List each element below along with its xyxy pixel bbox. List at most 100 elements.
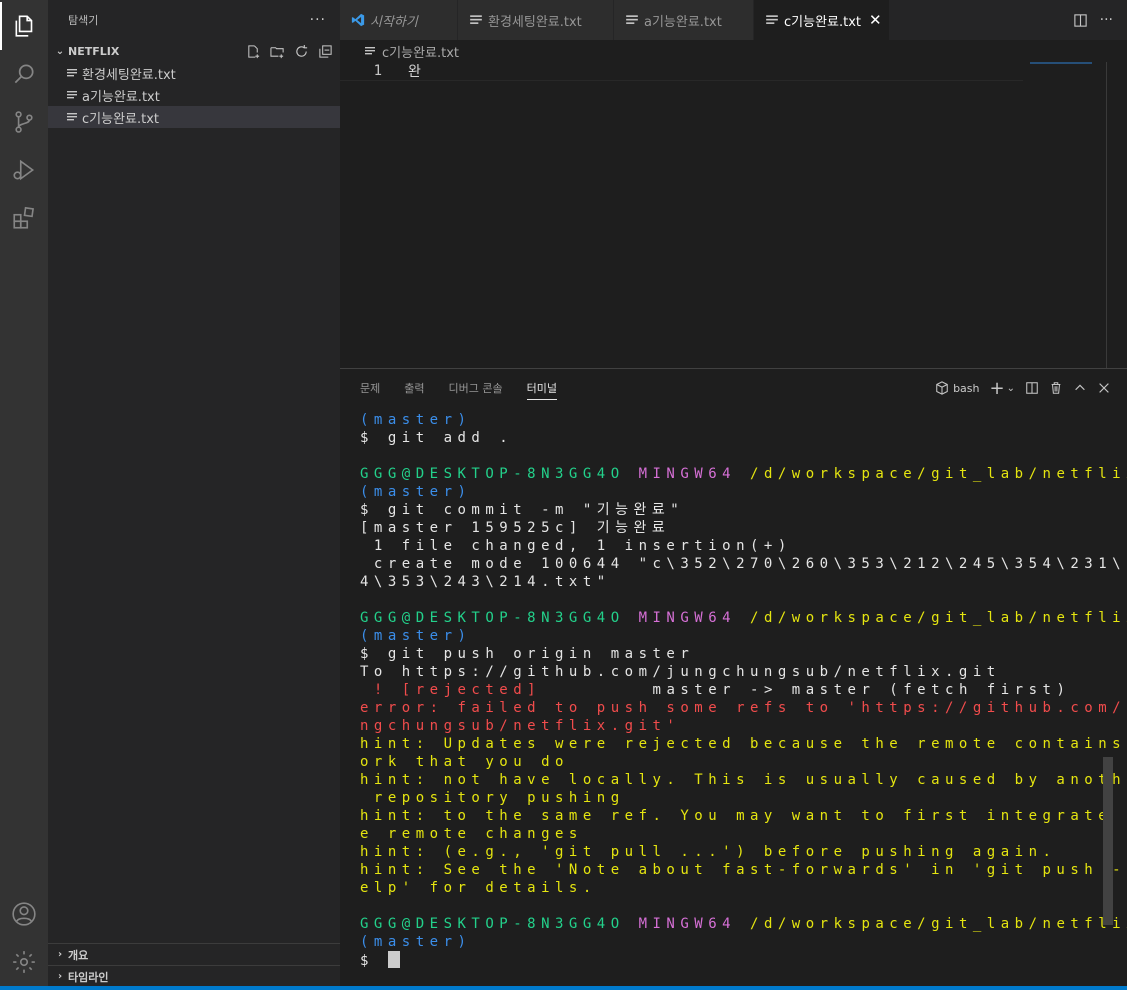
terminal-text: ! [rejected]	[360, 682, 653, 698]
file-label: a기능완료.txt	[82, 89, 160, 105]
text-file-icon	[66, 88, 80, 102]
vscode-logo-icon	[350, 12, 366, 28]
terminal-line: $ git commit -m "기능완료"	[360, 501, 1105, 519]
settings-gear-icon[interactable]	[0, 938, 48, 986]
more-actions-icon[interactable]: ···	[1100, 12, 1113, 28]
line-text[interactable]: 완	[382, 61, 421, 81]
source-control-icon[interactable]	[0, 98, 48, 146]
editor-scrollbar[interactable]	[1106, 62, 1107, 368]
extensions-icon[interactable]	[0, 194, 48, 242]
explorer-header: 탐색기 ···	[48, 0, 340, 40]
trash-icon[interactable]	[1049, 381, 1063, 395]
new-file-icon[interactable]	[244, 42, 262, 60]
terminal-line: hint: (e.g., 'git pull ...') before push…	[360, 843, 1105, 861]
terminal-shell-selector[interactable]: bash	[935, 381, 980, 395]
terminal-cursor	[387, 951, 400, 968]
terminal-line: repository pushing	[360, 789, 1105, 807]
more-actions-icon[interactable]: ···	[310, 12, 326, 28]
terminal-text: elp' for details.	[360, 880, 597, 896]
file-label: c기능완료.txt	[82, 111, 160, 127]
new-folder-icon[interactable]	[268, 42, 286, 60]
breadcrumb-file: c기능완료.txt	[382, 45, 460, 61]
text-file-icon	[468, 12, 484, 28]
terminal-line: GGG@DESKTOP-8N3GG4O MINGW64 /d/workspace…	[360, 465, 1127, 483]
shell-label: bash	[953, 381, 980, 395]
terminal-text: To https://github.com/jungchungsub/netfl…	[360, 664, 1001, 680]
terminal-line: e remote changes	[360, 825, 1105, 843]
close-icon[interactable]: ✕	[869, 11, 882, 29]
text-file-icon	[624, 12, 640, 28]
terminal-scrollbar[interactable]	[1103, 757, 1113, 925]
timeline-section[interactable]: › 타임라인	[48, 965, 340, 987]
search-icon[interactable]	[0, 50, 48, 98]
file-item-selected[interactable]: c기능완료.txt	[48, 106, 340, 128]
explorer-title: 탐색기	[68, 14, 99, 27]
terminal-text: 1 file changed, 1 insertion(+)	[360, 538, 792, 554]
code-editor[interactable]: 1 완	[340, 62, 1127, 368]
split-terminal-icon[interactable]	[1025, 381, 1039, 395]
terminal-line: create mode 100644 "c\352\270\260\353\21…	[360, 555, 1127, 573]
tab-terminal[interactable]: 터미널	[526, 376, 557, 400]
tab-welcome[interactable]: 시작하기	[340, 0, 458, 40]
folder-netflix[interactable]: ⌄ NETFLIX	[48, 40, 340, 62]
tab-debug-console[interactable]: 디버그 콘솔	[449, 380, 503, 396]
terminal-text: ork that you do	[360, 754, 569, 770]
terminal-line: elp' for details.	[360, 879, 1105, 897]
terminal-text: $ git add .	[360, 430, 514, 446]
breadcrumb[interactable]: c기능완료.txt	[340, 40, 1127, 62]
terminal-line: ngchungsub/netflix.git'	[360, 717, 1105, 735]
split-editor-icon[interactable]	[1073, 13, 1088, 28]
text-file-icon	[364, 44, 378, 58]
terminal-text: MINGW64	[638, 916, 751, 932]
terminal-text: /d/workspace/git_lab/netflix	[750, 610, 1127, 626]
tab-output[interactable]: 출력	[404, 380, 424, 396]
terminal-text: create mode 100644 "c\352\270\260\353\21…	[360, 556, 1127, 572]
file-item[interactable]: 환경세팅완료.txt	[48, 62, 340, 84]
collapse-all-icon[interactable]	[316, 42, 334, 60]
tab-label: a기능완료.txt	[644, 14, 722, 30]
chevron-down-icon[interactable]: ⌄	[1007, 383, 1015, 394]
terminal-text: MINGW64	[638, 610, 751, 626]
terminal-line: 1 file changed, 1 insertion(+)	[360, 537, 1105, 555]
terminal-output[interactable]: (master) $ git add . GGG@DESKTOP-8N3GG4O M…	[360, 411, 1127, 969]
terminal-line: hint: not have locally. This is usually …	[360, 771, 1127, 789]
account-icon[interactable]	[0, 890, 48, 938]
tab-file[interactable]: 환경세팅완료.txt	[458, 0, 614, 40]
refresh-icon[interactable]	[292, 42, 310, 60]
terminal-line: (master)	[360, 411, 1105, 429]
terminal-line: $	[360, 951, 1105, 969]
close-panel-icon[interactable]	[1097, 381, 1111, 395]
terminal-line: $ git push origin master	[360, 645, 1105, 663]
terminal-text: (master)	[360, 934, 472, 950]
terminal-text: (master)	[360, 628, 472, 644]
new-terminal-icon[interactable]: +	[990, 378, 1005, 399]
terminal-text: /d/workspace/git_lab/netflix	[750, 916, 1127, 932]
text-file-icon	[66, 66, 80, 80]
line-number: 1	[373, 63, 382, 79]
terminal-line: (master)	[360, 483, 1105, 501]
tab-file[interactable]: a기능완료.txt	[614, 0, 754, 40]
terminal-line: hint: Updates were rejected because the …	[360, 735, 1121, 753]
terminal-line: ork that you do	[360, 753, 1105, 771]
terminal-line: hint: See the 'Note about fast-forwards'…	[360, 861, 1127, 879]
terminal-text: MINGW64	[638, 466, 751, 482]
file-label: 환경세팅완료.txt	[82, 67, 176, 83]
tab-file-active[interactable]: c기능완료.txt ✕	[754, 0, 890, 40]
file-item[interactable]: a기능완료.txt	[48, 84, 340, 106]
terminal-text: $ git commit -m "기능완료"	[360, 502, 685, 518]
run-debug-icon[interactable]	[0, 146, 48, 194]
tab-label: c기능완료.txt	[784, 14, 862, 30]
terminal-text: hint: Updates were rejected because the …	[360, 736, 1127, 752]
minimap[interactable]	[1030, 62, 1092, 64]
maximize-panel-icon[interactable]	[1073, 381, 1087, 395]
tab-problems[interactable]: 문제	[360, 380, 380, 396]
terminal-text: (master)	[360, 484, 472, 500]
cube-icon	[936, 381, 948, 395]
terminal-text: ngchungsub/netflix.git'	[360, 718, 681, 734]
outline-section[interactable]: › 개요	[48, 943, 340, 965]
terminal-line: GGG@DESKTOP-8N3GG4O MINGW64 /d/workspace…	[360, 915, 1127, 933]
explorer-icon[interactable]	[0, 2, 48, 50]
terminal-text: GGG@DESKTOP-8N3GG4O	[360, 610, 639, 626]
